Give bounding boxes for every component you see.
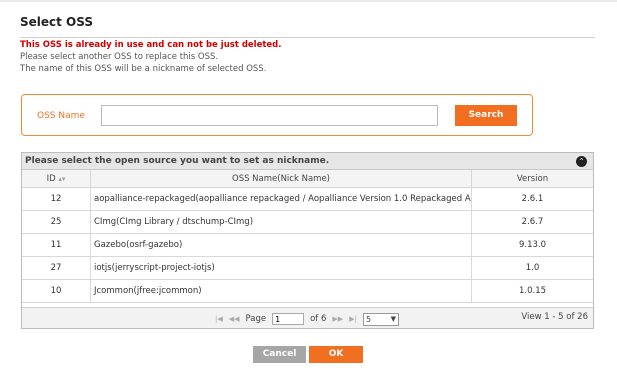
oss-grid: Please select the open source you want t… (21, 152, 594, 329)
next-page-icon[interactable]: ▶▶ (332, 315, 343, 323)
search-button[interactable]: Search (455, 105, 517, 126)
cell-id: 11 (22, 234, 91, 256)
first-page-icon[interactable]: |◀ (215, 315, 223, 323)
cell-name: CImg(CImg Library / dtschump-CImg) (91, 211, 472, 233)
column-header-id-label: ID (46, 174, 56, 184)
oss-name-label: OSS Name (37, 111, 85, 121)
pager-nav: |◀ ◀◀ Page of 6 ▶▶ ▶| 5 ▼ (215, 312, 399, 326)
grid-caption: Please select the open source you want t… (22, 153, 593, 170)
rows-per-page-value: 5 (365, 314, 372, 324)
prev-page-icon[interactable]: ◀◀ (229, 315, 240, 323)
page-count-label: of 6 (310, 314, 327, 324)
cell-name: aopalliance-repackaged(aopalliance repac… (91, 188, 472, 210)
pager: |◀ ◀◀ Page of 6 ▶▶ ▶| 5 ▼ View 1 - 5 of … (22, 307, 593, 328)
cell-name: Gazebo(osrf-gazebo) (91, 234, 472, 256)
warning-message: This OSS is already in use and can not b… (20, 40, 282, 50)
chevron-down-icon: ▼ (390, 315, 396, 323)
cell-version: 1.0 (525, 263, 540, 273)
ok-button[interactable]: OK (309, 346, 363, 363)
nickname-note: The name of this OSS will be a nickname … (20, 64, 267, 74)
cell-id: 25 (22, 211, 91, 233)
table-row[interactable]: 27 iotjs(jerryscript-project-iotjs) 1.0 (22, 257, 593, 280)
cell-id: 10 (22, 280, 91, 302)
table-row[interactable]: 11 Gazebo(osrf-gazebo) 9.13.0 (22, 234, 593, 257)
cell-id: 27 (22, 257, 91, 279)
sort-icon: ▴▾ (58, 175, 66, 183)
title-divider (20, 37, 595, 38)
cell-version: 9.13.0 (518, 240, 547, 250)
table-row[interactable]: 25 CImg(CImg Library / dtschump-CImg) 2.… (22, 211, 593, 234)
oss-name-input[interactable] (101, 105, 438, 126)
cell-id: 12 (22, 188, 91, 210)
last-page-icon[interactable]: ▶| (349, 315, 357, 323)
cell-version: 2.6.7 (521, 217, 544, 227)
table-row[interactable]: 10 Jcommon(jfree:jcommon) 1.0.15 (22, 280, 593, 303)
cell-version: 2.6.1 (521, 194, 544, 204)
record-range-info: View 1 - 5 of 26 (521, 312, 588, 322)
column-header-version[interactable]: Version (472, 170, 593, 187)
column-header-id[interactable]: ID ▴▾ (22, 170, 91, 187)
instruction-text: Please select another OSS to replace thi… (20, 52, 219, 62)
rows-per-page-select[interactable]: 5 ▼ (362, 312, 399, 326)
search-panel: OSS Name Search (21, 94, 533, 136)
grid-header: ID ▴▾ OSS Name(Nick Name) Version (22, 170, 593, 188)
table-row[interactable]: 12 aopalliance-repackaged(aopalliance re… (22, 188, 593, 211)
dialog-title: Select OSS (20, 15, 94, 29)
collapse-icon[interactable]: ⌃ (576, 156, 587, 167)
cell-name: Jcommon(jfree:jcommon) (91, 280, 472, 302)
top-divider (0, 0, 617, 2)
page-number-input[interactable] (272, 313, 305, 325)
page-label: Page (245, 314, 267, 324)
grid-caption-text: Please select the open source you want t… (25, 156, 330, 166)
cell-name: iotjs(jerryscript-project-iotjs) (91, 257, 472, 279)
cancel-button[interactable]: Cancel (253, 346, 306, 363)
column-header-name[interactable]: OSS Name(Nick Name) (91, 170, 472, 187)
cell-version: 1.0.15 (518, 286, 547, 296)
